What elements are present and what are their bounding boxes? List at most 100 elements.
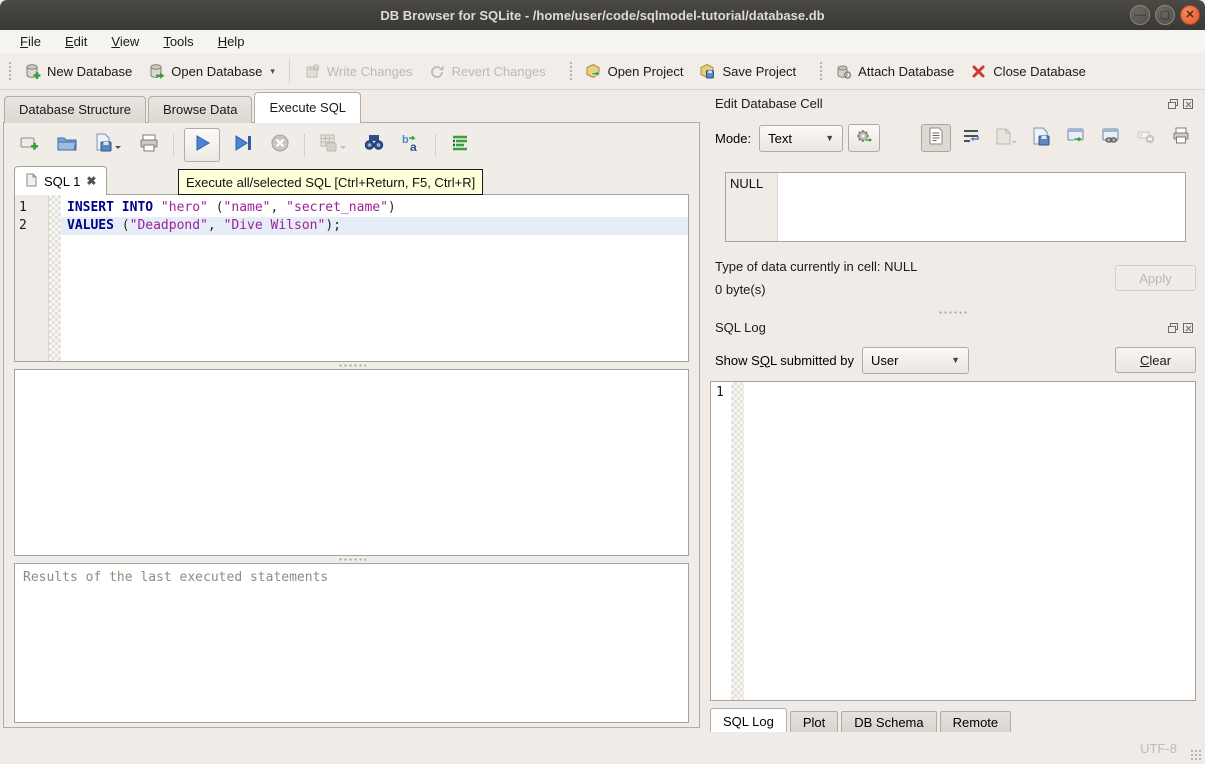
save-results-icon <box>318 132 348 159</box>
word-wrap-icon <box>961 126 981 151</box>
text-mode-button[interactable] <box>921 124 951 152</box>
statusbar: UTF-8 <box>0 732 1205 764</box>
open-file-icon <box>56 132 78 159</box>
set-null-icon <box>1136 126 1156 151</box>
toolbar-grip <box>568 60 574 82</box>
write-changes-label: Write Changes <box>327 64 413 79</box>
menu-file[interactable]: File <box>10 32 51 51</box>
print-cell-button[interactable] <box>1166 124 1196 152</box>
encoding-indicator[interactable]: UTF-8 <box>1140 741 1177 756</box>
close-button[interactable]: ✕ <box>1180 5 1200 25</box>
gear-icon <box>855 127 873 150</box>
sql-log-dock-titlebar[interactable]: SQL Log <box>710 317 1196 338</box>
write-changes-button: Write Changes <box>296 59 421 84</box>
apply-button: Apply <box>1115 265 1196 291</box>
editor-fold-margin <box>49 195 61 361</box>
resize-grip[interactable] <box>1190 749 1202 761</box>
clear-log-button[interactable]: Clear <box>1115 347 1196 373</box>
open-sql-file-button[interactable] <box>53 131 81 159</box>
cell-editor[interactable]: NULL <box>725 172 1186 242</box>
save-file-icon <box>93 132 123 159</box>
tab-execute-sql[interactable]: Execute SQL <box>254 92 361 123</box>
attach-database-button[interactable]: Attach Database <box>827 59 962 84</box>
main-tab-bar: Database Structure Browse Data Execute S… <box>0 90 703 123</box>
revert-changes-label: Revert Changes <box>452 64 546 79</box>
log-fold-margin <box>731 382 744 700</box>
format-sql-button[interactable] <box>446 131 474 159</box>
chevron-down-icon: ▼ <box>825 133 834 143</box>
close-tab-icon[interactable]: ✖ <box>86 174 96 188</box>
new-database-icon <box>24 63 41 80</box>
maximize-button[interactable]: ▢ <box>1155 5 1175 25</box>
sql-doc-tab[interactable]: SQL 1 ✖ <box>14 166 107 195</box>
close-dock-icon[interactable] <box>1182 98 1194 110</box>
right-pane: Edit Database Cell Mode: Text ▼ <box>703 90 1205 732</box>
write-changes-icon <box>304 63 321 80</box>
replace-button[interactable]: ba <box>397 131 425 159</box>
tab-database-structure[interactable]: Database Structure <box>4 96 146 123</box>
revert-changes-icon <box>429 63 446 80</box>
minimize-button[interactable]: — <box>1130 5 1150 25</box>
open-database-button[interactable]: Open Database ▾ <box>140 59 283 84</box>
sql-editor[interactable]: 12 INSERT INTO "hero" ("name", "secret_n… <box>14 194 689 362</box>
dock-splitter-handle[interactable] <box>710 307 1196 317</box>
find-icon <box>363 132 385 159</box>
mode-select[interactable]: Text ▼ <box>759 125 843 152</box>
stop-icon <box>269 132 291 159</box>
menu-view[interactable]: View <box>101 32 149 51</box>
open-in-external-button[interactable] <box>1061 124 1091 152</box>
export-cell-button[interactable] <box>1026 124 1056 152</box>
float-dock-icon[interactable] <box>1167 98 1179 110</box>
titlebar[interactable]: DB Browser for SQLite - /home/user/code/… <box>0 0 1205 30</box>
sql-log-view[interactable]: 1 <box>710 381 1196 701</box>
import-icon <box>994 126 1018 151</box>
save-project-icon <box>699 63 716 80</box>
cell-type-info: Type of data currently in cell: NULL <box>715 255 917 278</box>
svg-text:b: b <box>402 134 409 146</box>
results-placeholder: Results of the last executed statements <box>23 570 328 585</box>
window-title: DB Browser for SQLite - /home/user/code/… <box>0 8 1205 23</box>
float-dock-icon[interactable] <box>1167 322 1179 334</box>
execute-current-line-button[interactable] <box>229 131 257 159</box>
open-sql-tab-button[interactable] <box>16 131 44 159</box>
execute-sql-button[interactable] <box>184 128 220 162</box>
main-toolbar: New Database Open Database ▾ Write Chang… <box>0 53 1205 90</box>
save-sql-file-button[interactable] <box>90 131 126 159</box>
edit-cell-dock-titlebar[interactable]: Edit Database Cell <box>710 93 1196 114</box>
tab-browse-data[interactable]: Browse Data <box>148 96 252 123</box>
close-dock-icon[interactable] <box>1182 322 1194 334</box>
tooltip: Execute all/selected SQL [Ctrl+Return, F… <box>178 169 483 195</box>
cell-text-area[interactable] <box>778 173 1185 241</box>
log-filter-value: User <box>871 353 898 368</box>
toolbar-grip <box>7 60 13 82</box>
results-message-panel[interactable]: Results of the last executed statements <box>14 563 689 723</box>
find-button[interactable] <box>360 131 388 159</box>
mode-label: Mode: <box>715 131 751 146</box>
splitter-handle[interactable] <box>4 362 699 369</box>
auto-switch-mode-button[interactable] <box>848 124 880 152</box>
editor-code-lines[interactable]: INSERT INTO "hero" ("name", "secret_name… <box>61 195 688 361</box>
results-grid-panel[interactable] <box>14 369 689 556</box>
link-data-button[interactable] <box>1096 124 1126 152</box>
log-filter-select[interactable]: User ▼ <box>862 347 969 374</box>
save-project-button[interactable]: Save Project <box>691 59 804 84</box>
close-database-button[interactable]: Close Database <box>962 59 1094 84</box>
attach-database-label: Attach Database <box>858 64 954 79</box>
word-wrap-button[interactable] <box>956 124 986 152</box>
splitter-handle[interactable] <box>4 556 699 563</box>
execute-icon <box>191 132 213 159</box>
menu-tools[interactable]: Tools <box>153 32 203 51</box>
open-project-button[interactable]: Open Project <box>577 59 692 84</box>
log-text-area <box>744 382 1195 700</box>
cell-value: NULL <box>726 173 778 241</box>
new-database-button[interactable]: New Database <box>16 59 140 84</box>
save-project-label: Save Project <box>722 64 796 79</box>
print-sql-button[interactable] <box>135 131 163 159</box>
menu-edit[interactable]: Edit <box>55 32 97 51</box>
format-sql-icon <box>449 132 471 159</box>
menu-help[interactable]: Help <box>208 32 255 51</box>
tab-sql-log[interactable]: SQL Log <box>710 708 787 735</box>
external-window-icon <box>1066 126 1086 151</box>
open-database-dropdown-icon[interactable]: ▾ <box>270 66 275 77</box>
log-filter-label: Show SQL submitted by <box>715 353 854 368</box>
